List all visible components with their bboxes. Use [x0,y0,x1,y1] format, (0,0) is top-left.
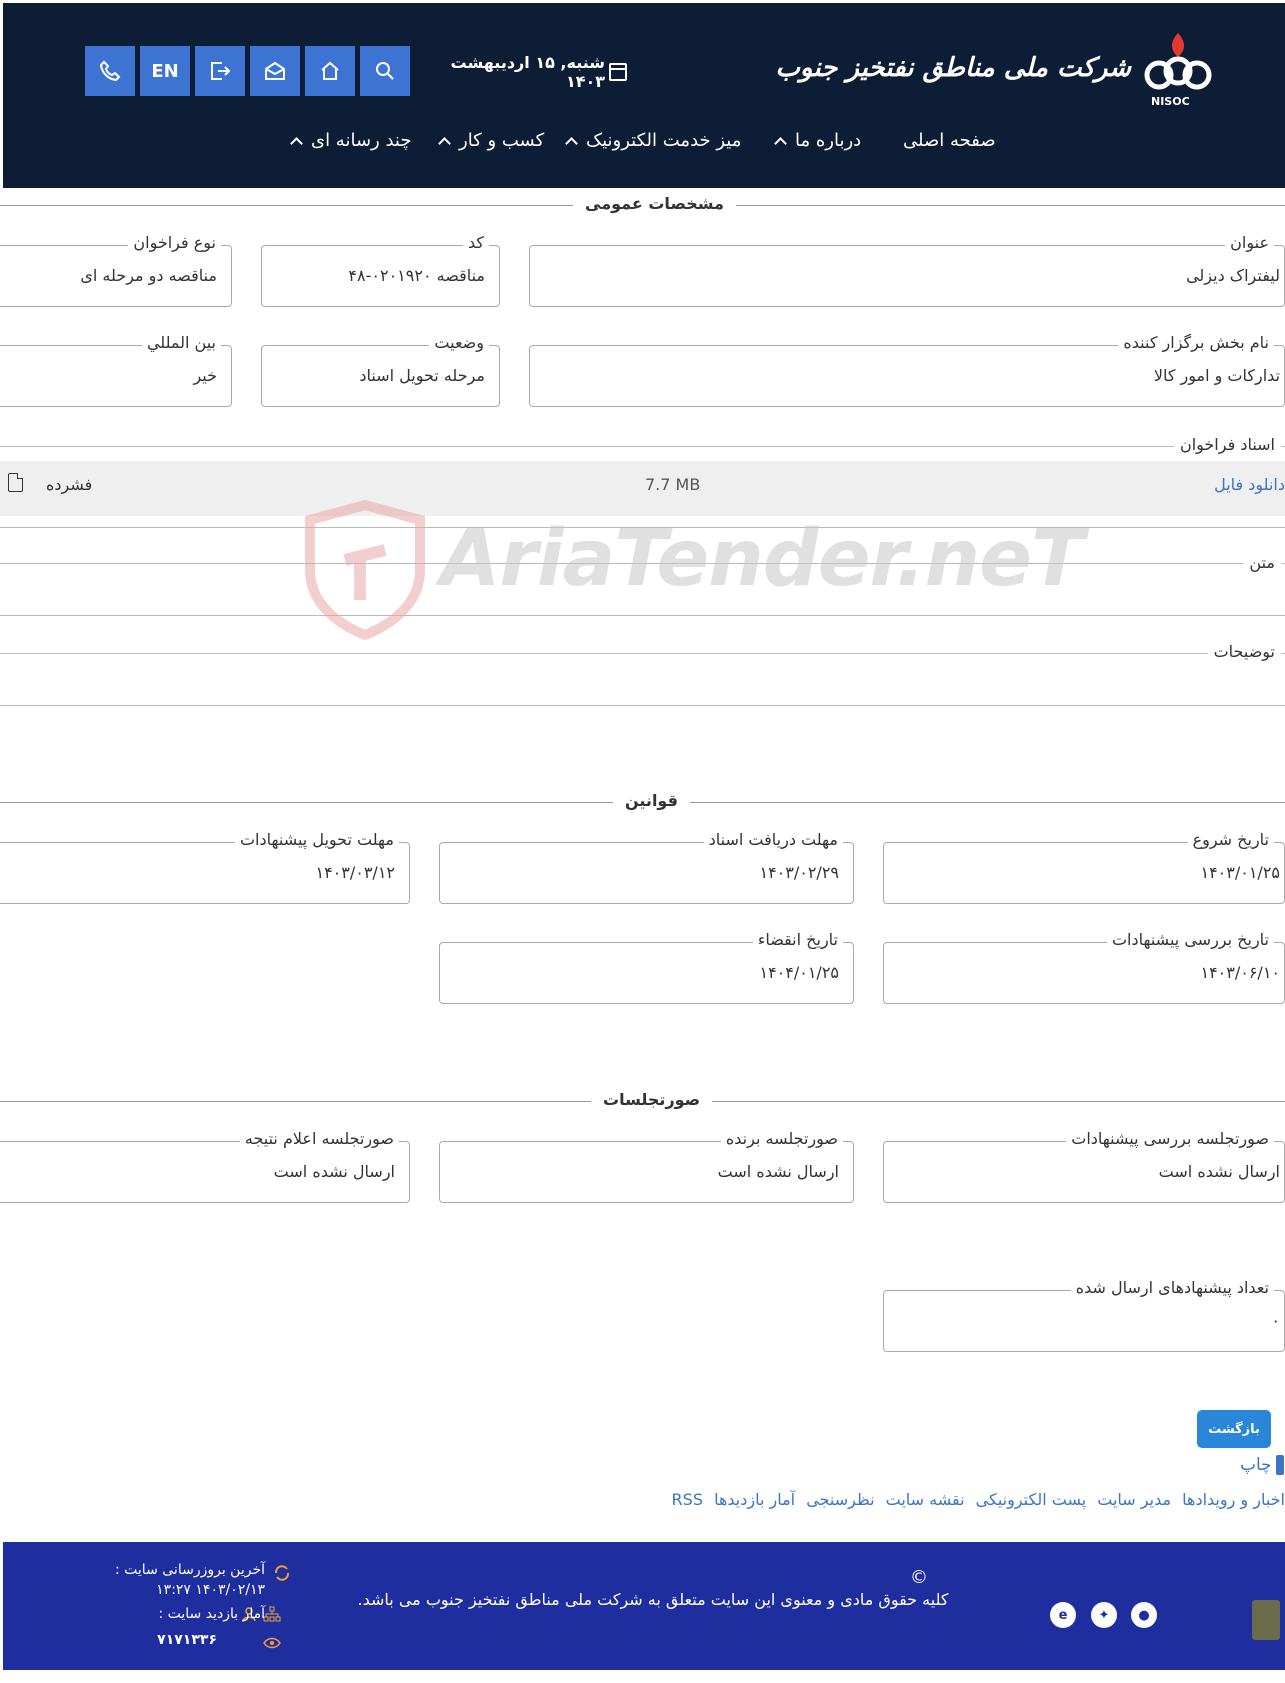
print-link[interactable]: چاپ [1240,1455,1284,1475]
field-offer-count: تعداد پیشنهادهای ارسال شده ۰ [883,1278,1285,1352]
phone-icon [99,60,121,82]
link-survey[interactable]: نظرسنجی [806,1490,874,1509]
link-stats[interactable]: آمار بازدیدها [714,1490,795,1509]
current-date: شنبه, ۱۵ اردیبهشت ۱۴۰۳ [431,53,627,91]
field-start-date: تاریخ شروع ۱۴۰۳/۰۱/۲۵ [883,830,1285,904]
field-status: وضعیت مرحله تحویل اسناد [261,333,500,407]
shield-logo-icon [305,499,425,641]
refresh-icon [273,1564,291,1581]
print-icon [1275,1455,1284,1475]
link-admin[interactable]: مدیر سایت [1097,1490,1171,1509]
chevron-up-icon [290,136,303,150]
search-icon [376,62,394,80]
site-logo[interactable]: شرکت ملی مناطق نفتخیز جنوب NISOC [775,25,1221,115]
eitaa-icon[interactable]: e [1050,1602,1076,1628]
logo-abbr: NISOC [1151,95,1190,108]
nav-business[interactable]: کسب و کار [438,125,544,155]
login-icon [211,62,231,80]
sitemap-icon [263,1606,281,1622]
chevron-up-icon [565,136,578,150]
copyright-symbol: © [910,1567,928,1588]
calendar-icon [609,63,627,81]
field-review-minutes: صورتجلسه بررسی پیشنهادات ارسال نشده است [883,1129,1285,1203]
site-header: شرکت ملی مناطق نفتخیز جنوب NISOC شنبه, ۱… [3,3,1285,188]
section-title-rules: قوانین [613,791,690,810]
section-title-minutes: صورتجلسات [591,1090,713,1109]
file-size: 7.7 MB [645,475,701,494]
last-update-value: ۱۴۰۳/۰۲/۱۳ ۱۳:۲۷ [156,1582,265,1598]
file-type: فشرده [46,475,93,494]
divider [0,615,1285,616]
divider [0,705,1285,706]
docs-divider [0,446,1285,447]
date-text: شنبه, ۱۵ اردیبهشت ۱۴۰۳ [450,53,605,91]
eye-icon [263,1634,281,1649]
field-expire-date: تاریخ انقضاء ۱۴۰۴/۰۱/۲۵ [439,930,854,1004]
link-rss[interactable]: RSS [672,1490,703,1509]
section-title-general: مشخصات عمومی [573,194,736,213]
nav-e-services[interactable]: میز خدمت الکترونیک [565,125,741,155]
language-button[interactable]: EN [140,46,190,96]
desc-divider [0,653,1285,654]
field-subject: عنوان لیفتراک دیزلی [529,233,1285,307]
bale-icon[interactable]: ● [1131,1602,1157,1628]
field-code: کد مناقصه ۰۲۰۱۹۲۰-۴۸ [261,233,500,307]
back-button[interactable]: بازگشت [1197,1410,1271,1448]
field-international: بين المللي خیر [0,333,232,407]
divider [0,527,1285,528]
field-result-minutes: صورتجلسه اعلام نتیجه ارسال نشده است [0,1129,410,1203]
login-button[interactable] [195,46,245,96]
mail-button[interactable] [250,46,300,96]
chevron-up-icon [438,136,451,150]
link-sitemap[interactable]: نقشه سایت [886,1490,965,1509]
docs-label: اسناد فراخوان [1173,435,1281,454]
mail-icon [265,61,285,80]
rubika-icon[interactable]: ✦ [1091,1602,1117,1628]
support-icon[interactable] [1252,1600,1280,1640]
logo-text: شرکت ملی مناطق نفتخیز جنوب [775,53,1131,83]
last-update-label: آخرین بروزرسانی سایت : [115,1562,265,1578]
home-icon [321,61,339,80]
field-review-date: تاریخ بررسی پیشنهادات ۱۴۰۳/۰۶/۱۰ [883,930,1285,1004]
site-footer: © کلیه حقوق مادی و معنوی این سایت متعلق … [3,1542,1285,1670]
text-label: متن [1243,553,1281,572]
visits-label: آمار بازدید سایت : [158,1606,265,1622]
description-label: توضیحات [1207,642,1281,661]
contact-button[interactable] [85,46,135,96]
field-tender-type: نوع فراخوان مناقصه دو مرحله ای [0,233,232,307]
search-button[interactable] [360,46,410,96]
text-divider [0,563,1285,564]
field-offer-deadline: مهلت تحویل پیشنهادات ۱۴۰۳/۰۳/۱۲ [0,830,410,904]
link-email[interactable]: پست الکترونیکی [976,1490,1087,1509]
nav-about[interactable]: درباره ما [774,125,861,155]
watermark: AriaTender.neT [300,499,1084,641]
footer-links: اخبار و رویدادها مدیر سایت پست الکترونیک… [666,1490,1285,1509]
copyright-text: کلیه حقوق مادی و معنوی این سایت متعلق به… [357,1590,949,1609]
attachment-row: دانلود فایل 7.7 MB فشرده [0,461,1285,516]
field-winner-minutes: صورتجلسه برنده ارسال نشده است [439,1129,854,1203]
nav-home[interactable]: صفحه اصلی [903,125,996,155]
field-docs-deadline: مهلت دریافت اسناد ۱۴۰۳/۰۲/۲۹ [439,830,854,904]
download-file-link[interactable]: دانلود فایل [1214,475,1285,494]
chevron-up-icon [774,136,787,150]
field-department: نام بخش برگزار کننده تدارکات و امور کالا [529,333,1285,407]
file-icon [8,473,23,492]
nav-multimedia[interactable]: چند رسانه ای [290,125,411,155]
home-button[interactable] [305,46,355,96]
link-news[interactable]: اخبار و رویدادها [1182,1490,1285,1509]
visits-value: ۷۱۷۱۳۳۶ [157,1632,217,1648]
